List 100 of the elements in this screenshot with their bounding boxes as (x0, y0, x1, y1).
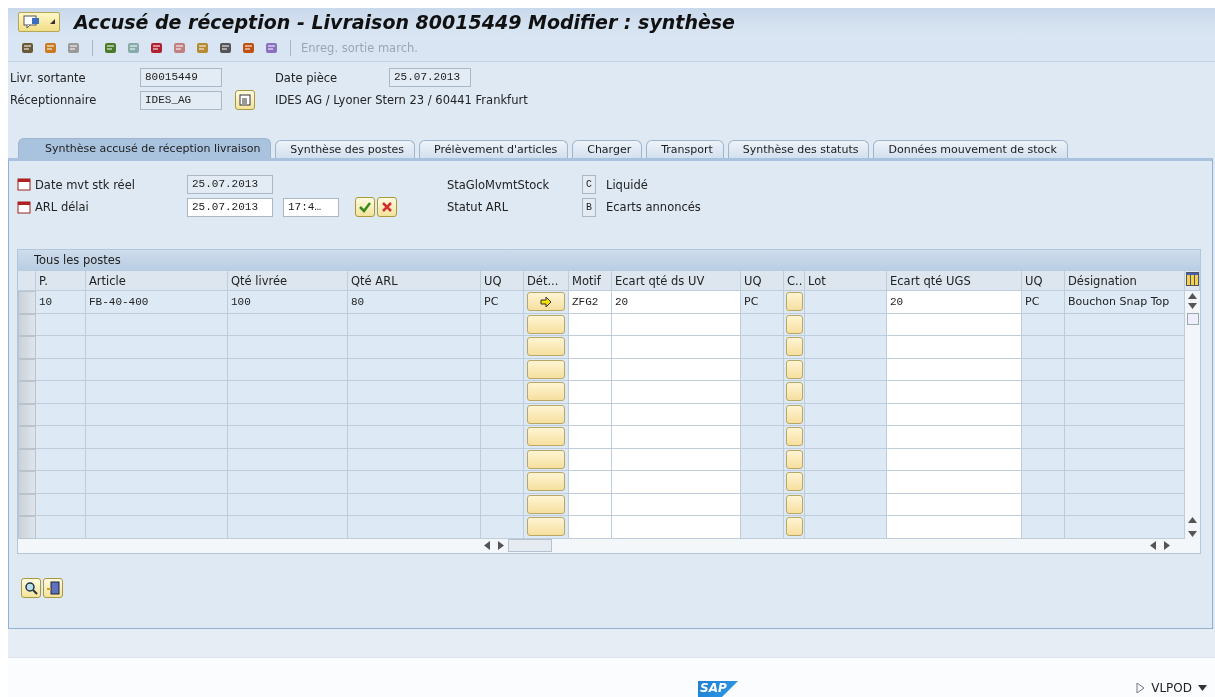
input-cell[interactable]: 20 (612, 291, 741, 314)
input-cell[interactable] (887, 493, 1022, 516)
menu-icon (23, 14, 42, 29)
search-button[interactable] (21, 577, 41, 598)
input-field[interactable]: IDES_AG (140, 90, 222, 110)
input-field[interactable]: 25.07.2013 (389, 68, 471, 87)
column-header[interactable]: Qté ARL (348, 271, 481, 291)
input-cell[interactable] (569, 381, 612, 404)
tab[interactable]: Synthèse des postes (275, 140, 416, 158)
input-cell[interactable] (569, 471, 612, 494)
table-cell: FB-40-400 (86, 291, 228, 314)
input-cell[interactable] (612, 448, 741, 471)
column-header[interactable]: Ecart qté ds UV (612, 271, 741, 291)
input-cell[interactable] (612, 471, 741, 494)
input-cell[interactable] (612, 336, 741, 359)
cancel-button[interactable] (377, 197, 397, 217)
column-header[interactable]: Désignation (1065, 271, 1185, 291)
row-selector[interactable] (18, 336, 36, 359)
input-cell[interactable] (569, 516, 612, 539)
tab[interactable]: Synthèse accusé de réception livraison (18, 138, 272, 158)
scrollbar-thumb[interactable] (1186, 313, 1199, 325)
left-arrow-icon[interactable] (1150, 541, 1156, 550)
scrollbar-thumb[interactable] (508, 539, 552, 552)
row-selector[interactable] (18, 313, 36, 336)
close-icon (381, 201, 393, 213)
input-cell[interactable] (612, 426, 741, 449)
caret-icon (49, 19, 55, 24)
input-field[interactable]: 17:4… (283, 197, 339, 217)
select-all-cell[interactable] (18, 271, 36, 291)
row-selector[interactable] (18, 358, 36, 381)
scrollbar[interactable] (1185, 291, 1200, 539)
field-label: Réceptionnaire (10, 93, 98, 107)
column-header[interactable]: C.. (784, 271, 805, 291)
column-settings-icon[interactable] (1186, 272, 1199, 286)
row-selector[interactable] (18, 381, 36, 404)
tab[interactable]: Prélèvement d'articles (419, 140, 569, 158)
row-selector[interactable] (18, 471, 36, 494)
input-cell[interactable] (612, 493, 741, 516)
input-cell[interactable] (887, 448, 1022, 471)
menu-button[interactable] (18, 11, 60, 32)
down-arrow-icon[interactable] (1188, 530, 1197, 537)
input-cell[interactable] (887, 516, 1022, 539)
row-selector[interactable] (18, 493, 36, 516)
row-selector[interactable] (18, 516, 36, 539)
input-cell[interactable] (887, 381, 1022, 404)
row-selector[interactable] (18, 291, 36, 314)
down-arrow-icon[interactable] (1188, 303, 1197, 309)
field-label: Date mvt stk réel (35, 177, 135, 192)
disabled-action: Enreg. sortie march. (301, 41, 418, 55)
input-cell[interactable] (612, 381, 741, 404)
column-header[interactable]: Lot (805, 271, 887, 291)
input-field[interactable]: 80015449 (140, 68, 222, 87)
input-cell[interactable] (569, 358, 612, 381)
input-cell[interactable] (569, 493, 612, 516)
input-cell[interactable] (612, 358, 741, 381)
input-cell[interactable]: 20 (887, 291, 1022, 314)
input-cell[interactable] (887, 471, 1022, 494)
input-cell[interactable]: ZFG2 (569, 291, 612, 314)
column-header[interactable]: UQ (1022, 271, 1065, 291)
tab[interactable]: Données mouvement de stock (873, 140, 1068, 158)
input-field[interactable]: 25.07.2013 (187, 175, 273, 194)
right-arrow-icon[interactable] (1164, 541, 1170, 550)
left-arrow-icon[interactable] (484, 541, 490, 550)
input-cell[interactable] (569, 336, 612, 359)
row-selector[interactable] (18, 403, 36, 426)
input-cell[interactable] (887, 403, 1022, 426)
input-cell[interactable] (569, 313, 612, 336)
input-cell[interactable] (887, 336, 1022, 359)
input-cell[interactable] (887, 426, 1022, 449)
tab[interactable]: Transport (646, 140, 724, 158)
tab[interactable]: Charger (572, 140, 643, 158)
column-header[interactable]: UQ (741, 271, 784, 291)
up-arrow-icon[interactable] (1188, 293, 1197, 299)
column-header[interactable]: Article (86, 271, 228, 291)
column-header[interactable]: Motif (569, 271, 612, 291)
input-cell[interactable] (612, 516, 741, 539)
tab[interactable]: Synthèse des statuts (727, 140, 870, 158)
right-arrow-icon[interactable] (498, 541, 504, 550)
input-cell[interactable] (887, 313, 1022, 336)
transaction-code: VLPOD (1151, 681, 1192, 695)
row-selector[interactable] (18, 426, 36, 449)
row-selector[interactable] (18, 448, 36, 471)
caret-icon[interactable] (1198, 685, 1207, 691)
up-arrow-icon[interactable] (1188, 516, 1197, 523)
input-cell[interactable] (569, 426, 612, 449)
play-icon[interactable] (1136, 682, 1146, 694)
column-header[interactable]: Dét... (524, 271, 569, 291)
column-header[interactable]: UQ (481, 271, 524, 291)
input-cell[interactable] (887, 358, 1022, 381)
detail-view-button[interactable] (43, 577, 63, 598)
confirm-button[interactable] (355, 197, 375, 217)
input-cell[interactable] (569, 448, 612, 471)
column-header[interactable]: P. (36, 271, 86, 291)
input-cell[interactable] (569, 403, 612, 426)
input-cell[interactable] (612, 313, 741, 336)
column-header[interactable]: Qté livrée (228, 271, 348, 291)
input-cell[interactable] (612, 403, 741, 426)
column-header[interactable]: Ecart qté UGS (887, 271, 1022, 291)
address-button[interactable] (235, 90, 255, 110)
input-field[interactable]: 25.07.2013 (187, 197, 273, 217)
